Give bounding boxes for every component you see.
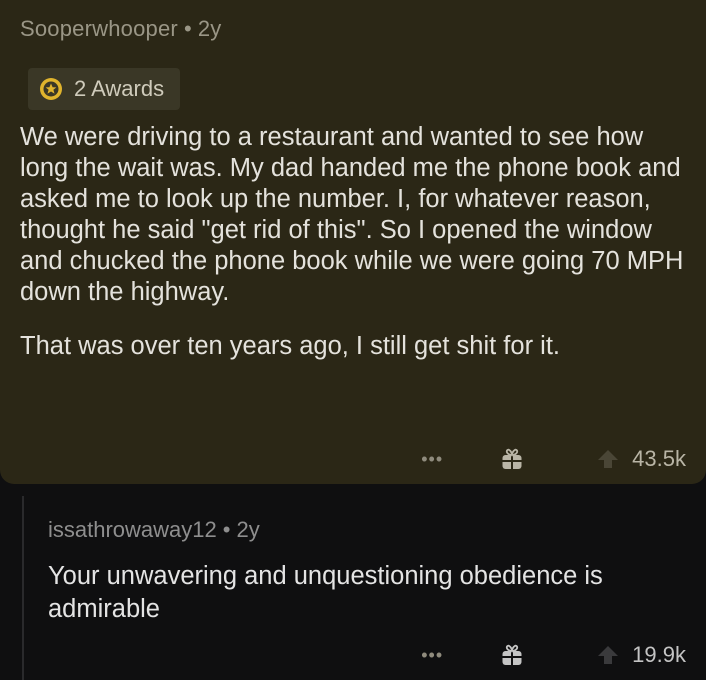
upvote-arrow-icon[interactable] [596, 643, 620, 667]
comment-body: We were driving to a restaurant and want… [20, 122, 692, 385]
comment-age: 2y [197, 16, 222, 41]
meta-separator: • [222, 517, 231, 542]
reply-age: 2y [236, 517, 260, 542]
upvote-count: 43.5k [632, 446, 686, 471]
award-icon [40, 78, 62, 100]
awards-badge[interactable]: 2 Awards [28, 68, 181, 110]
comment-paragraph-1: We were driving to a restaurant and want… [20, 123, 684, 306]
reply-body: Your unwavering and unquestioning obedie… [48, 562, 603, 623]
more-options-button[interactable]: ••• [412, 449, 452, 470]
upvote-count: 19.9k [632, 642, 686, 667]
more-options-button[interactable]: ••• [412, 645, 452, 666]
comment-username[interactable]: Sooperwhooper [20, 16, 178, 41]
reddit-thread: Sooperwhooper • 2y 2 Awards We were drivin… [0, 0, 706, 680]
comment-paragraph-2: That was over ten years ago, I still get… [20, 332, 560, 360]
top-comment: Sooperwhooper • 2y 2 Awards We were drivin… [0, 0, 706, 484]
reply-username[interactable]: issathrowaway12 [48, 517, 217, 542]
meta-separator: • [183, 16, 192, 41]
gift-icon[interactable] [500, 643, 524, 667]
thread-line[interactable] [22, 496, 24, 680]
comment-meta: Sooperwhooper • 2y [20, 16, 221, 42]
awards-count: 2 Awards [74, 76, 165, 101]
reply-actions: ••• 19.9k [412, 642, 686, 668]
reply-meta: issathrowaway12 • 2y [48, 517, 260, 543]
upvote-arrow-icon[interactable] [596, 447, 620, 471]
gift-icon[interactable] [500, 447, 524, 471]
comment-actions: ••• 43.5k [412, 446, 686, 472]
